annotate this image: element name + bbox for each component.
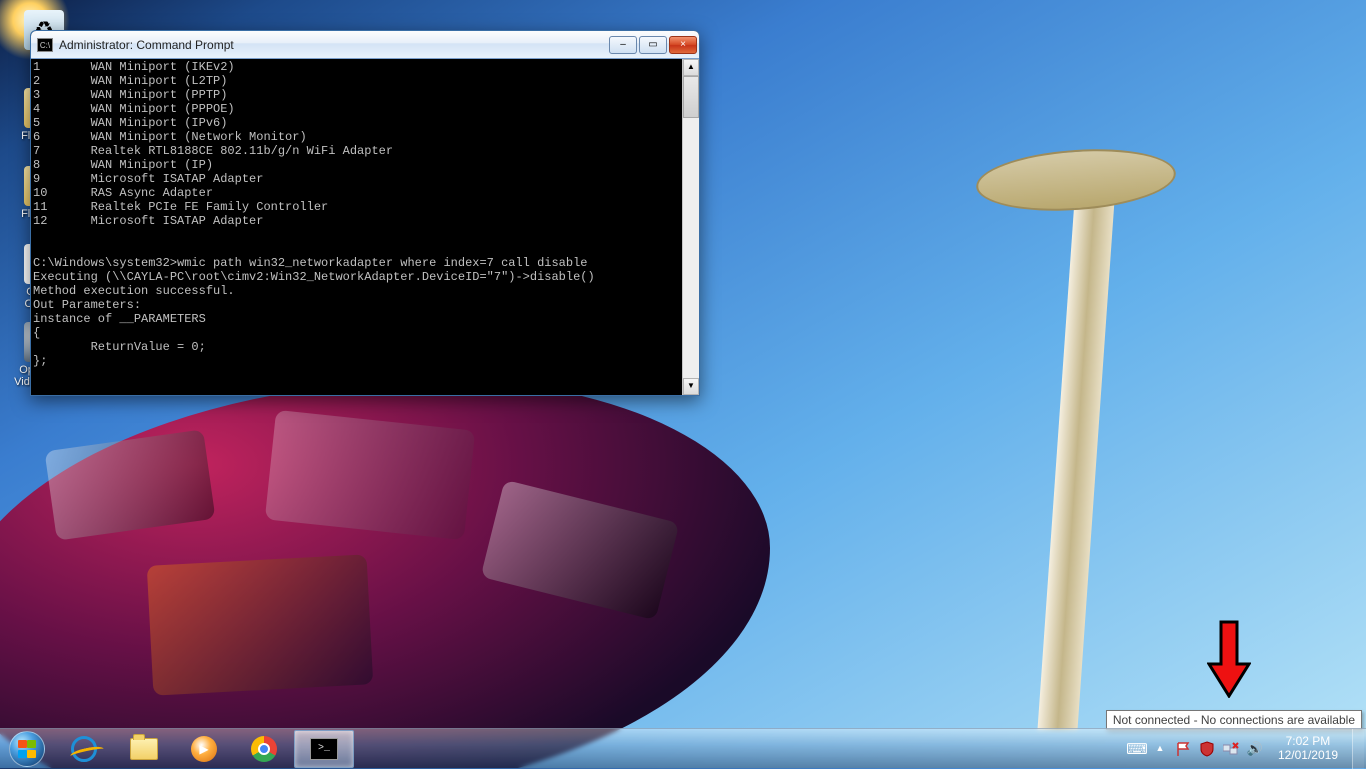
scroll-down-button[interactable]: ▼ <box>683 378 699 395</box>
network-disconnected-icon[interactable] <box>1222 740 1240 758</box>
clock-time: 7:02 PM <box>1278 735 1338 749</box>
taskbar-item-chrome[interactable] <box>234 730 294 768</box>
scrollbar-track[interactable] <box>683 76 699 378</box>
taskbar-item-ie[interactable] <box>54 730 114 768</box>
action-center-flag-icon[interactable] <box>1174 740 1192 758</box>
start-orb-icon <box>9 731 45 767</box>
wallpaper-building <box>0 380 770 768</box>
tray-overflow-chevron-icon[interactable]: ▲ <box>1152 741 1168 757</box>
explorer-icon <box>129 735 159 763</box>
maximize-button[interactable]: ▭ <box>639 36 667 54</box>
taskbar-item-wmp[interactable]: ▶ <box>174 730 234 768</box>
minimize-button[interactable]: – <box>609 36 637 54</box>
volume-icon[interactable]: 🔊 <box>1246 740 1264 758</box>
network-status-tooltip: Not connected - No connections are avail… <box>1106 710 1362 730</box>
window-title: Administrator: Command Prompt <box>59 38 609 52</box>
command-prompt-window[interactable]: C:\ Administrator: Command Prompt – ▭ × … <box>30 30 700 396</box>
start-button[interactable] <box>0 729 54 769</box>
scrollbar-thumb[interactable] <box>683 76 699 118</box>
taskbar-clock[interactable]: 7:02 PM 12/01/2019 <box>1270 735 1346 763</box>
annotation-arrow-icon <box>1207 620 1251 698</box>
command-prompt-body: 1 WAN Miniport (IKEv2) 2 WAN Miniport (L… <box>31 59 699 395</box>
ie-icon <box>69 735 99 763</box>
chrome-icon <box>249 735 279 763</box>
command-prompt-icon: C:\ <box>37 38 53 52</box>
keyboard-icon[interactable]: ⌨ <box>1128 740 1146 758</box>
window-buttons: – ▭ × <box>609 36 697 54</box>
taskbar-item-cmd[interactable]: >_ <box>294 730 354 768</box>
vertical-scrollbar[interactable]: ▲ ▼ <box>682 59 699 395</box>
security-shield-icon[interactable] <box>1198 740 1216 758</box>
show-desktop-button[interactable] <box>1352 729 1364 769</box>
wmp-icon: ▶ <box>189 735 219 763</box>
system-tray: ⌨ ▲ 🔊 7:02 PM 12/01/2019 <box>1128 729 1366 769</box>
taskbar: ▶ >_ ⌨ ▲ 🔊 7:02 PM <box>0 728 1366 768</box>
cmd-taskbar-icon: >_ <box>309 735 339 763</box>
terminal-output[interactable]: 1 WAN Miniport (IKEv2) 2 WAN Miniport (L… <box>31 59 682 395</box>
close-button[interactable]: × <box>669 36 697 54</box>
wallpaper-space-needle <box>946 110 1206 730</box>
clock-date: 12/01/2019 <box>1278 749 1338 763</box>
window-titlebar[interactable]: C:\ Administrator: Command Prompt – ▭ × <box>31 31 699 59</box>
taskbar-item-explorer[interactable] <box>114 730 174 768</box>
scroll-up-button[interactable]: ▲ <box>683 59 699 76</box>
